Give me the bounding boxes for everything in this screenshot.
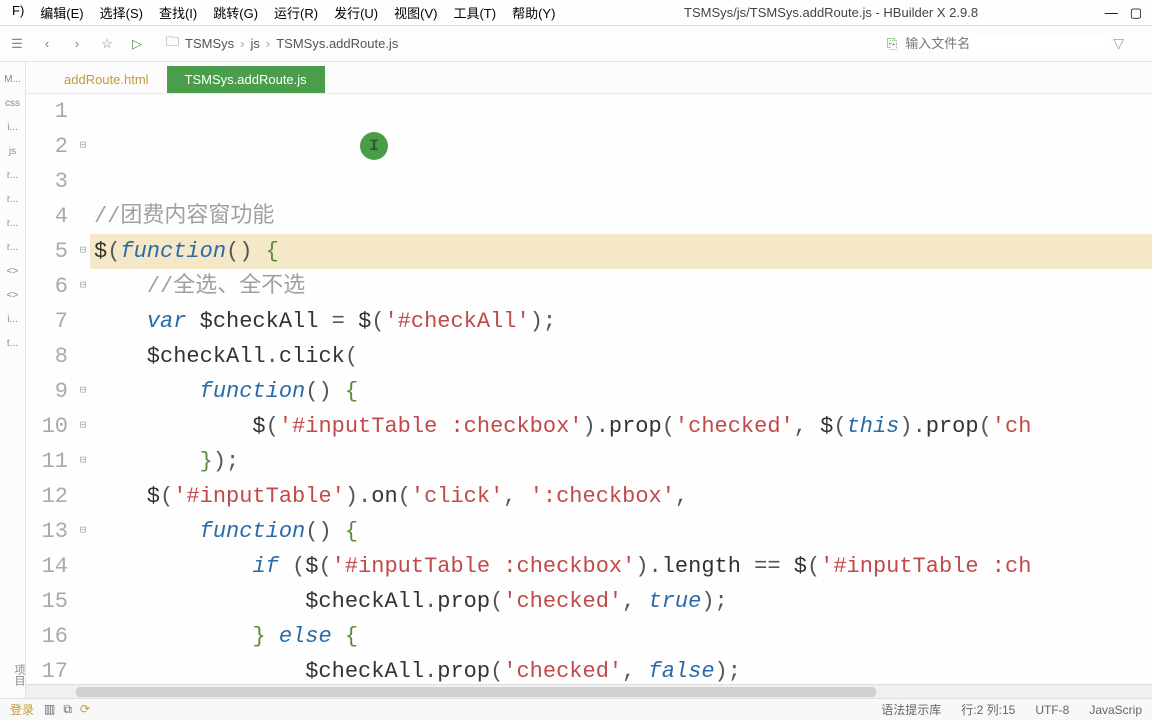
code-line[interactable]: $('#inputTable :checkbox').prop('checked… — [90, 409, 1152, 444]
code-line[interactable]: $checkAll.prop('checked', true); — [90, 584, 1152, 619]
left-panel: M...cssi...jsr...r...r...r...<><>i...t..… — [0, 62, 26, 698]
code-line[interactable]: //全选、全不选 — [90, 269, 1152, 304]
code-area[interactable]: 1234567891011121314151617 ⊟⊟⊟⊟⊟⊟⊟ I //团费… — [26, 94, 1152, 684]
menu-item[interactable]: 帮助(Y) — [504, 1, 563, 24]
left-panel-item[interactable]: i... — [2, 116, 23, 140]
code-line[interactable]: } else { — [90, 619, 1152, 654]
tab[interactable]: TSMSys.addRoute.js — [167, 66, 325, 93]
project-panel-toggle[interactable]: 项目 — [0, 656, 25, 694]
fold-gutter[interactable]: ⊟⊟⊟⊟⊟⊟⊟ — [76, 94, 90, 684]
run-icon[interactable]: ▷ — [128, 35, 146, 53]
code-line[interactable]: var $checkAll = $('#checkAll'); — [90, 304, 1152, 339]
search-input[interactable] — [905, 36, 1105, 51]
encoding[interactable]: UTF-8 — [1035, 703, 1069, 717]
menu-item[interactable]: 发行(U) — [326, 1, 386, 24]
code-line[interactable]: $checkAll.prop('checked', false); — [90, 654, 1152, 684]
main-area: M...cssi...jsr...r...r...r...<><>i...t..… — [0, 62, 1152, 698]
menu-item[interactable]: 视图(V) — [386, 1, 445, 24]
left-panel-item[interactable]: r... — [2, 236, 23, 260]
menubar: F)编辑(E)选择(S)查找(I)跳转(G)运行(R)发行(U)视图(V)工具(… — [0, 0, 1152, 26]
statusbar: 登录 ▥ ⧉ ⟳ 语法提示库 行:2 列:15 UTF-8 JavaScrip — [0, 698, 1152, 720]
menu-icon[interactable]: ☰ — [8, 35, 26, 53]
left-panel-item[interactable]: r... — [2, 164, 23, 188]
code-line[interactable]: //团费内容窗功能 — [90, 199, 1152, 234]
menu-item[interactable]: 查找(I) — [151, 1, 205, 24]
left-panel-item[interactable]: M... — [2, 68, 23, 92]
star-icon[interactable]: ☆ — [98, 35, 116, 53]
left-panel-item[interactable]: <> — [2, 260, 23, 284]
cursor-position[interactable]: 行:2 列:15 — [961, 701, 1015, 718]
menu-item[interactable]: 工具(T) — [445, 1, 504, 24]
tab[interactable]: addRoute.html — [46, 66, 167, 93]
toolbar: ☰ ‹ › ☆ ▷ 🗀 TSMSys › js › TSMSys.addRout… — [0, 26, 1152, 62]
login-link[interactable]: 登录 — [10, 701, 34, 718]
left-panel-item[interactable]: t... — [2, 332, 23, 356]
breadcrumb-item[interactable]: TSMSys.addRoute.js — [276, 36, 398, 51]
code-line[interactable]: $('#inputTable').on('click', ':checkbox'… — [90, 479, 1152, 514]
code-line[interactable]: function() { — [90, 374, 1152, 409]
breadcrumb: 🗀 TSMSys › js › TSMSys.addRoute.js — [166, 33, 398, 55]
code-line[interactable]: function() { — [90, 514, 1152, 549]
maximize-icon[interactable]: ▢ — [1130, 5, 1142, 21]
line-gutter: 1234567891011121314151617 — [26, 94, 76, 684]
sync-icon[interactable]: ⟳ — [80, 702, 90, 717]
search-box: ⎘ ▽ — [887, 35, 1124, 52]
menu-item[interactable]: 编辑(E) — [32, 1, 91, 24]
horizontal-scrollbar[interactable] — [26, 684, 1152, 698]
breadcrumb-item[interactable]: TSMSys — [185, 36, 234, 51]
left-panel-item[interactable]: r... — [2, 188, 23, 212]
back-icon[interactable]: ‹ — [38, 35, 56, 53]
minimize-icon[interactable]: — — [1105, 5, 1118, 21]
editor: addRoute.htmlTSMSys.addRoute.js 12345678… — [26, 62, 1152, 698]
scrollbar-thumb[interactable] — [76, 687, 876, 697]
folder-icon: 🗀 — [166, 33, 179, 55]
left-panel-item[interactable]: js — [2, 140, 23, 164]
left-panel-item[interactable]: i... — [2, 308, 23, 332]
menu-item[interactable]: 选择(S) — [92, 1, 151, 24]
chevron-right-icon: › — [266, 36, 270, 51]
panel-icon[interactable]: ▥ — [44, 702, 55, 717]
tabbar: addRoute.htmlTSMSys.addRoute.js — [26, 62, 1152, 94]
menu-item[interactable]: F) — [4, 1, 32, 24]
breadcrumb-item[interactable]: js — [250, 36, 259, 51]
code-line[interactable]: $checkAll.click( — [90, 339, 1152, 374]
chevron-right-icon: › — [240, 36, 244, 51]
window-controls: — ▢ — [1099, 5, 1148, 21]
forward-icon[interactable]: › — [68, 35, 86, 53]
code-line[interactable]: if ($('#inputTable :checkbox').length ==… — [90, 549, 1152, 584]
left-panel-item[interactable]: css — [2, 92, 23, 116]
cursor-indicator: I — [360, 132, 388, 160]
window-title: TSMSys/js/TSMSys.addRoute.js - HBuilder … — [563, 5, 1098, 20]
code-line[interactable]: }); — [90, 444, 1152, 479]
filter-icon[interactable]: ▽ — [1113, 35, 1124, 52]
left-panel-item[interactable]: <> — [2, 284, 23, 308]
code-line[interactable]: $(function() { — [90, 234, 1152, 269]
menu-item[interactable]: 运行(R) — [266, 1, 326, 24]
statusbar-icons: ▥ ⧉ ⟳ — [44, 702, 90, 717]
left-panel-item[interactable]: r... — [2, 212, 23, 236]
syntax-hint[interactable]: 语法提示库 — [881, 701, 941, 718]
terminal-icon[interactable]: ⧉ — [63, 702, 72, 717]
code-lines[interactable]: I //团费内容窗功能$(function() { //全选、全不选 var $… — [90, 94, 1152, 684]
search-target-icon[interactable]: ⎘ — [887, 36, 897, 52]
menu-item[interactable]: 跳转(G) — [205, 1, 266, 24]
language-mode[interactable]: JavaScrip — [1089, 703, 1142, 717]
